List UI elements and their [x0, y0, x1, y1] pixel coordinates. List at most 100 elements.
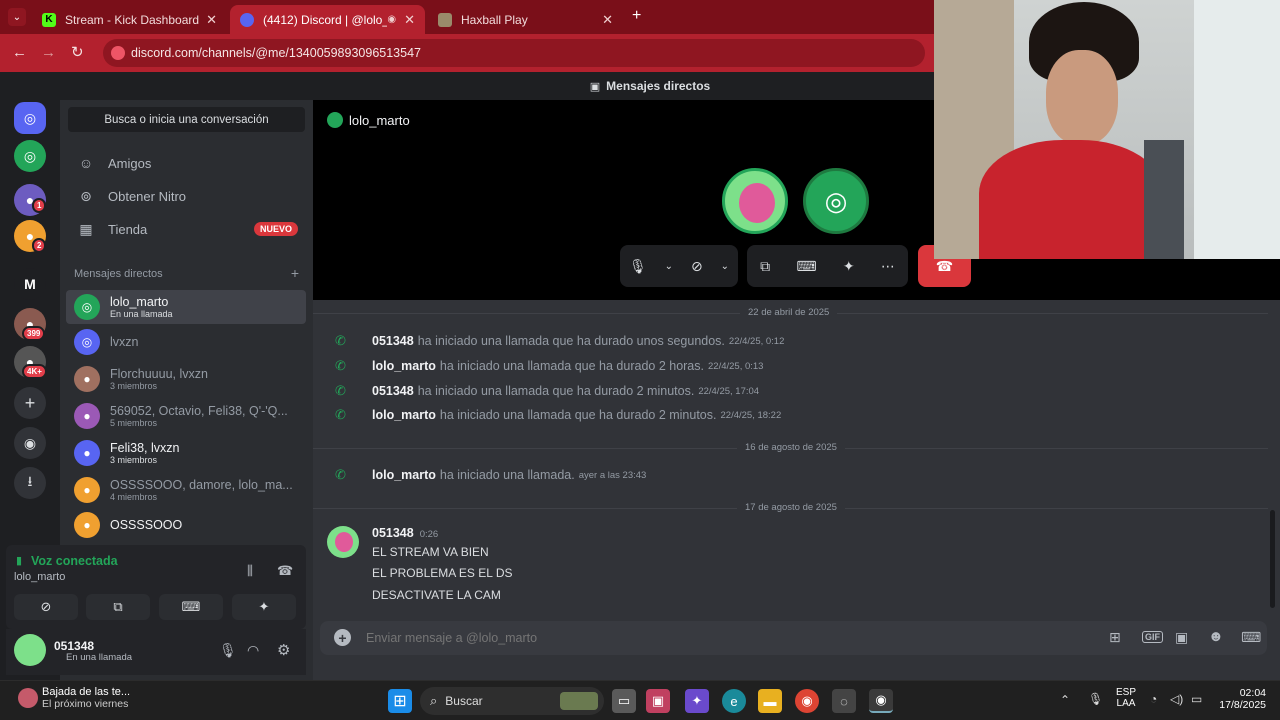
url-field[interactable]: discord.com/channels/@me/134005989309651…	[103, 39, 925, 67]
dm-item[interactable]: ● 569052, Octavio, Feli38, Q'-'Q... 5 mie…	[66, 399, 306, 433]
user-panel: 051348 En una llamada 🎙︎ ◠ ⚙	[6, 629, 306, 675]
noise-suppression-icon[interactable]: ⫼	[247, 563, 253, 579]
tab-list-dropdown-button[interactable]: ⌄	[8, 8, 26, 26]
app-icon[interactable]: ▣	[646, 689, 670, 713]
disconnect-icon[interactable]: ☎	[277, 563, 293, 579]
close-icon[interactable]: ✕	[206, 12, 217, 28]
nav-amigos[interactable]: ☺ Amigos	[66, 148, 306, 178]
dm-item[interactable]: ◎ lolo_marto En una llamada	[66, 290, 306, 324]
voice-channel[interactable]: lolo_marto	[14, 571, 65, 583]
dm-icon: ▣	[589, 80, 601, 93]
wifi-icon[interactable]: ◔	[1150, 692, 1157, 706]
avatar-art	[335, 532, 353, 552]
user-avatar[interactable]	[14, 634, 46, 666]
close-icon[interactable]: ✕	[404, 12, 415, 28]
dm-item[interactable]: ● OSSSSOOO, damore, lolo_ma... 4 miembros	[66, 473, 306, 507]
avatar: ●	[74, 477, 100, 503]
new-tab-button[interactable]: +	[632, 7, 641, 25]
author[interactable]: 051348	[372, 384, 414, 398]
author[interactable]: lolo_marto	[372, 408, 436, 422]
message-input-bar: + ⊞ GIF ▣ ☻ ⌨	[320, 621, 1267, 655]
chrome-icon[interactable]: ◉	[795, 689, 819, 713]
search-conversation-button[interactable]: Busca o inicia una conversación	[68, 107, 305, 132]
voice-server-icon[interactable]: ◎	[14, 140, 46, 172]
activity-button[interactable]: ⌨	[159, 594, 223, 620]
language-indicator[interactable]: ESP LAA	[1116, 687, 1136, 709]
site-info-icon[interactable]	[111, 46, 125, 60]
author[interactable]: 051348	[372, 334, 414, 348]
settings-gear-icon[interactable]: ⚙	[277, 641, 290, 659]
chevron-up-icon[interactable]: ⌃	[1060, 693, 1070, 707]
screen-share-icon[interactable]: ⧉	[760, 258, 770, 275]
app-icon[interactable]: ◌	[832, 689, 856, 713]
close-icon[interactable]: ✕	[602, 12, 613, 28]
sticker-icon[interactable]: ▣	[1175, 629, 1188, 646]
nav-nitro[interactable]: ⊚ Obtener Nitro	[66, 181, 306, 211]
soundboard-icon[interactable]: ✦	[843, 258, 855, 275]
dm-name: 569052, Octavio, Feli38, Q'-'Q...	[110, 404, 288, 418]
weather-sub: El próximo viernes	[42, 698, 129, 710]
emoji-icon[interactable]: ☻	[1208, 628, 1224, 645]
volume-icon[interactable]: ◁)	[1170, 692, 1183, 706]
message-avatar[interactable]	[327, 526, 359, 558]
gif-icon[interactable]: GIF	[1142, 631, 1163, 643]
file-explorer-icon[interactable]: ▬	[758, 689, 782, 713]
microphone-icon[interactable]: 🎙︎	[1088, 692, 1103, 706]
headphones-icon[interactable]: ◠	[247, 642, 259, 659]
clock[interactable]: 02:04 17/8/2025	[1214, 687, 1266, 711]
tab-kick-dashboard[interactable]: K Stream - Kick Dashboard ✕	[32, 5, 227, 34]
author[interactable]: lolo_marto	[372, 359, 436, 373]
server-letter-m[interactable]: M	[14, 268, 46, 300]
author[interactable]: lolo_marto	[372, 468, 436, 482]
search-label: Buscar	[445, 694, 483, 708]
soundboard-button[interactable]: ✦	[232, 594, 296, 620]
chevron-down-icon[interactable]: ⌄	[721, 261, 729, 272]
voice-status[interactable]: Voz conectada	[31, 554, 118, 568]
scrollbar[interactable]	[1270, 510, 1275, 608]
add-server-icon[interactable]: +	[14, 387, 46, 419]
microphone-icon[interactable]: 🎙︎	[629, 258, 647, 275]
discord-home-icon[interactable]: ◎	[14, 102, 46, 134]
dm-header-label: Mensajes directos	[74, 268, 163, 280]
weather-widget[interactable]: Bajada de las te... El próximo viernes	[18, 686, 130, 710]
dm-item[interactable]: ● Feli38, lvxzn 3 miembros	[66, 436, 306, 470]
channel-name: lolo_marto	[349, 112, 410, 128]
windows-start-icon[interactable]: ⊞	[388, 689, 412, 713]
chrome-profile-icon[interactable]: ◉	[869, 689, 893, 713]
channel-header: lolo_marto	[327, 112, 410, 128]
create-dm-button[interactable]: +	[291, 266, 299, 280]
forward-arrow-icon[interactable]: →	[41, 44, 56, 62]
nav-label: Obtener Nitro	[108, 188, 187, 204]
dm-item[interactable]: ◎ lvxzn	[66, 325, 306, 359]
chevron-down-icon[interactable]: ⌄	[665, 261, 673, 272]
battery-icon[interactable]: ▭	[1191, 692, 1202, 706]
screen-share-button[interactable]: ⧉	[86, 594, 150, 620]
call-participant-avatar[interactable]	[722, 168, 788, 234]
camera-off-icon[interactable]: ⊘	[691, 258, 703, 275]
tab-discord[interactable]: (4412) Discord | @lolo_mar ◉ ✕	[230, 5, 425, 34]
gamepad-icon[interactable]: ⌨	[796, 258, 816, 275]
copilot-icon[interactable]: ✦	[685, 689, 709, 713]
add-attachment-icon[interactable]: +	[334, 629, 351, 646]
dm-item[interactable]: ● OSSSSOOO	[66, 508, 306, 542]
task-view-icon[interactable]: ▭	[612, 689, 636, 713]
camera-off-button[interactable]: ⊘	[14, 594, 78, 620]
more-icon[interactable]: ⋯	[881, 258, 895, 275]
reload-icon[interactable]: ↻	[71, 44, 84, 62]
tab-haxball[interactable]: Haxball Play ✕	[428, 5, 623, 34]
download-icon[interactable]: ⭳	[14, 467, 46, 499]
back-arrow-icon[interactable]: ←	[12, 44, 27, 62]
gift-icon[interactable]: ⊞	[1109, 629, 1121, 646]
edge-icon[interactable]: e	[722, 689, 746, 713]
nav-tienda[interactable]: ▦ Tienda NUEVO	[66, 214, 306, 244]
taskbar-search[interactable]: ⌕ Buscar	[420, 687, 604, 715]
call-participant-avatar[interactable]: ◎	[803, 168, 869, 234]
explore-icon[interactable]: ◉	[14, 427, 46, 459]
user-name: 051348	[54, 639, 95, 653]
microphone-icon[interactable]: 🎙︎	[219, 642, 237, 659]
message-input[interactable]	[366, 627, 1066, 649]
activity-icon[interactable]: ⌨	[1241, 629, 1261, 646]
dm-item[interactable]: ● Florchuuuu, lvxzn 3 miembros	[66, 362, 306, 396]
unread-badge: 2	[32, 238, 47, 253]
author[interactable]: 051348	[372, 526, 414, 540]
